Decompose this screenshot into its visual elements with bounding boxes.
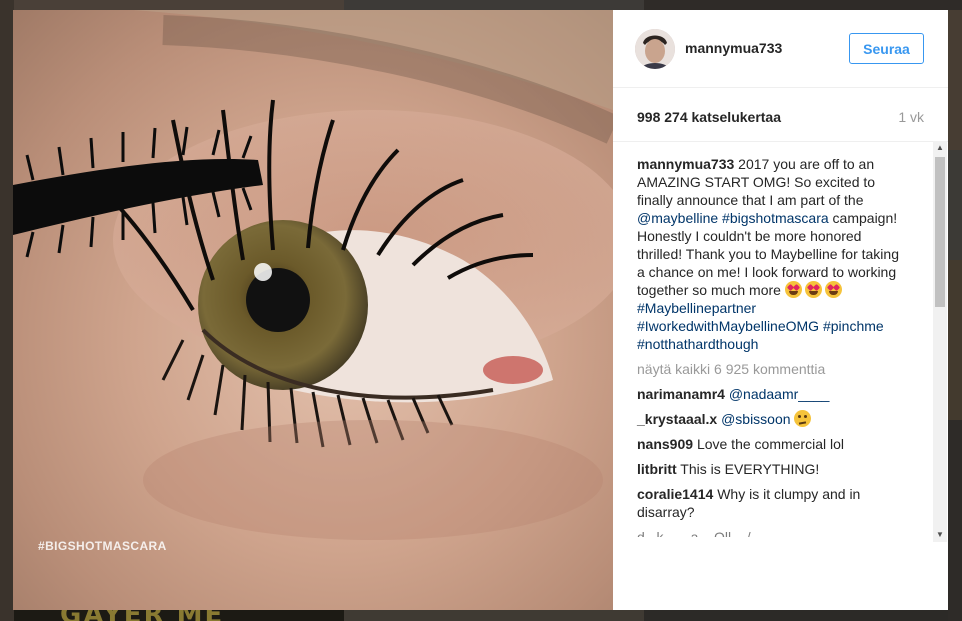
- comment-username[interactable]: narimanamr4: [637, 386, 725, 402]
- scroll-up-arrow-icon[interactable]: ▲: [933, 141, 947, 155]
- post-stats: 998 274 katselukertaa 1 vk: [637, 109, 924, 125]
- background-tile: [644, 610, 948, 621]
- post-age[interactable]: 1 vk: [898, 109, 924, 125]
- profile-photo: [635, 29, 675, 69]
- post-caption: mannymua733 2017 you are off to an AMAZI…: [637, 155, 910, 353]
- caption-hashtag[interactable]: #pinchme: [823, 318, 884, 334]
- comment-username[interactable]: litbritt: [637, 461, 677, 477]
- background-tile: [948, 150, 962, 260]
- post-header: mannymua733 Seuraa: [613, 10, 948, 88]
- background-tile: [14, 0, 344, 10]
- comment-username[interactable]: _krystaaal.x: [637, 411, 717, 427]
- hashtag-overlay: #BIGSHOTMASCARA: [38, 539, 167, 553]
- scrollbar-thumb[interactable]: [935, 157, 945, 307]
- post-video[interactable]: #BIGSHOTMASCARA: [13, 10, 613, 610]
- caption-hashtag[interactable]: #bigshotmascara: [722, 210, 829, 226]
- follow-button[interactable]: Seuraa: [849, 33, 924, 64]
- comment-mention[interactable]: @nadaamr____: [729, 386, 830, 402]
- comment-text: This is EVERYTHING!: [680, 461, 820, 477]
- background-tile: [344, 0, 644, 10]
- comments-scrollbar[interactable]: ▲ ▼: [933, 141, 947, 542]
- comment-item: _krystaaal.x @sbissoon: [637, 410, 910, 428]
- comment-text: Love the commercial lol: [696, 436, 844, 452]
- comment-username[interactable]: coralie1414: [637, 486, 713, 502]
- caption-hashtag[interactable]: #Maybellinepartner: [637, 300, 756, 316]
- avatar[interactable]: [635, 29, 675, 69]
- heart-eyes-icon: [804, 281, 822, 298]
- scroll-down-arrow-icon[interactable]: ▼: [933, 528, 947, 542]
- caption-mention[interactable]: @maybelline: [637, 210, 718, 226]
- background-tile: [344, 610, 644, 621]
- view-count: 998 274 katselukertaa: [637, 109, 781, 125]
- comment-item: coralie1414 Why is it clumpy and in disa…: [637, 485, 910, 521]
- background-tile: [0, 0, 14, 621]
- comment-item: litbritt This is EVERYTHING!: [637, 460, 910, 478]
- thinking-face-icon: [794, 410, 812, 427]
- comment-item: nans909 Love the commercial lol: [637, 435, 910, 453]
- background-tile: [644, 0, 962, 10]
- eye-closeup-image: [13, 10, 613, 540]
- caption-hashtag[interactable]: #notthathardthough: [637, 336, 758, 352]
- heart-eyes-icon: [824, 281, 842, 298]
- post-modal: #BIGSHOTMASCARA mannymua733 Seuraa 998 2…: [13, 10, 948, 610]
- cut-off-comment: d...k... ...a... Oll... /...: [637, 529, 763, 537]
- post-sidebar: mannymua733 Seuraa 998 274 katselukertaa…: [613, 10, 948, 610]
- post-author-username[interactable]: mannymua733: [685, 40, 782, 56]
- comment-item: narimanamr4 @nadaamr____: [637, 385, 910, 403]
- caption-hashtag[interactable]: #IworkedwithMaybellineOMG: [637, 318, 819, 334]
- background-tile: [948, 420, 962, 621]
- comments-panel[interactable]: mannymua733 2017 you are off to an AMAZI…: [613, 141, 948, 542]
- heart-eyes-icon: [784, 281, 802, 298]
- background-tile: [948, 10, 962, 150]
- comment-mention[interactable]: @sbissoon: [721, 411, 790, 427]
- view-all-comments-link[interactable]: näytä kaikki 6 925 kommenttia: [637, 360, 910, 378]
- caption-username[interactable]: mannymua733: [637, 156, 734, 172]
- comment-list: mannymua733 2017 you are off to an AMAZI…: [637, 155, 910, 537]
- background-tile: [948, 260, 962, 420]
- comment-username[interactable]: nans909: [637, 436, 693, 452]
